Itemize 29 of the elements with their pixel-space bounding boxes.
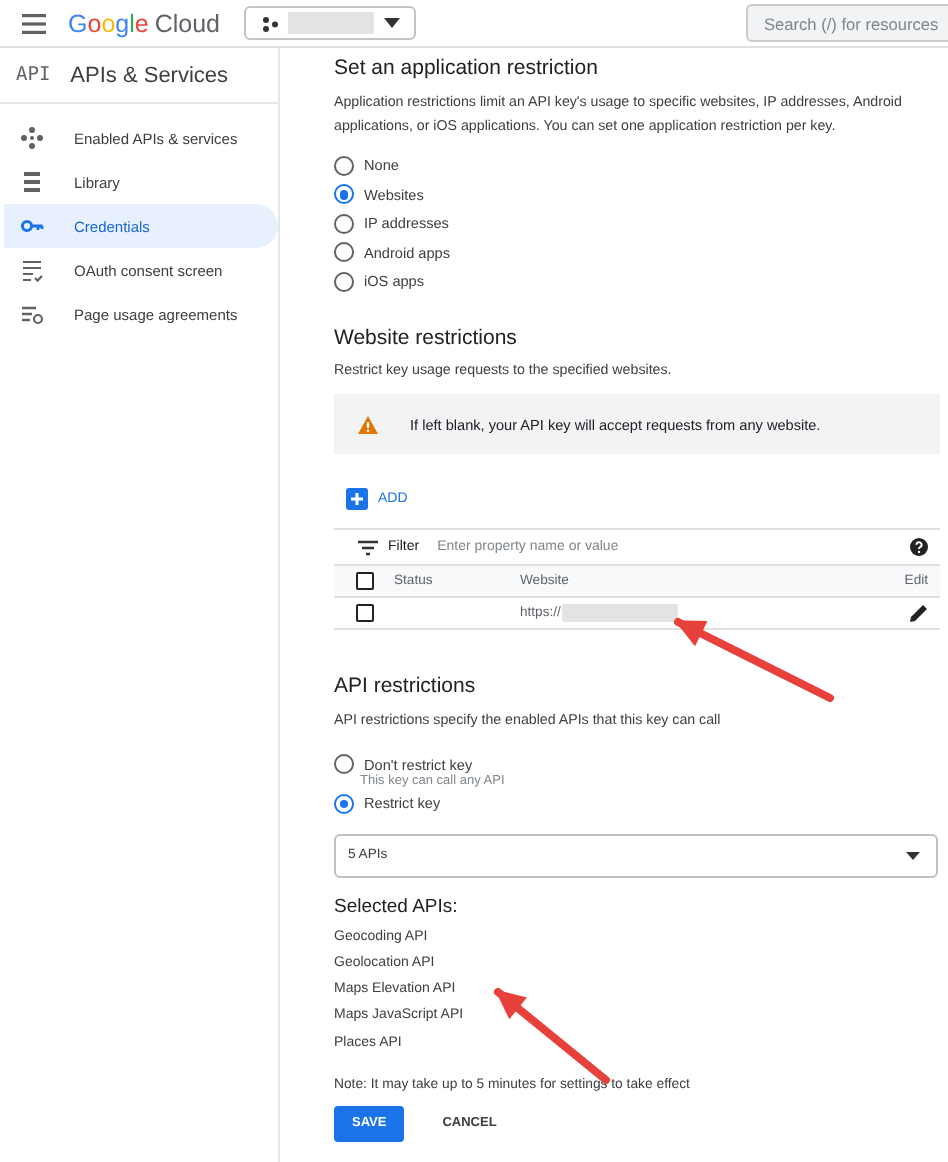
caret-icon [384,18,400,28]
list-heading: Selected APIs: [334,895,460,917]
checkbox[interactable] [356,604,374,622]
section-heading: Website restrictions [334,325,519,349]
caret-icon [906,851,920,859]
nodes-icon [20,126,44,150]
key-icon [20,214,44,238]
list-settings-icon [20,302,44,326]
list-check-icon [20,258,44,282]
project-icon [262,15,278,31]
logo-product: Cloud [154,9,220,37]
project-picker[interactable] [244,6,416,40]
sidebar-title: APIs & Services [70,63,229,87]
plus-icon [346,488,368,510]
api-logo: API [16,64,51,86]
filter-icon [358,539,378,555]
library-icon [20,170,44,194]
redacted-block [562,604,679,622]
logo-brand: Google [68,9,149,37]
section-heading: Set an application restriction [334,56,600,80]
menu-icon [22,13,46,33]
pencil-icon [910,604,928,622]
warning-icon [358,415,378,433]
section-heading: API restrictions [334,674,478,698]
checkbox[interactable] [356,572,374,590]
edit-button[interactable] [910,604,928,622]
redacted-block [288,12,374,34]
search-field[interactable]: Search (/) for resources [746,4,948,42]
help-icon [910,538,928,556]
